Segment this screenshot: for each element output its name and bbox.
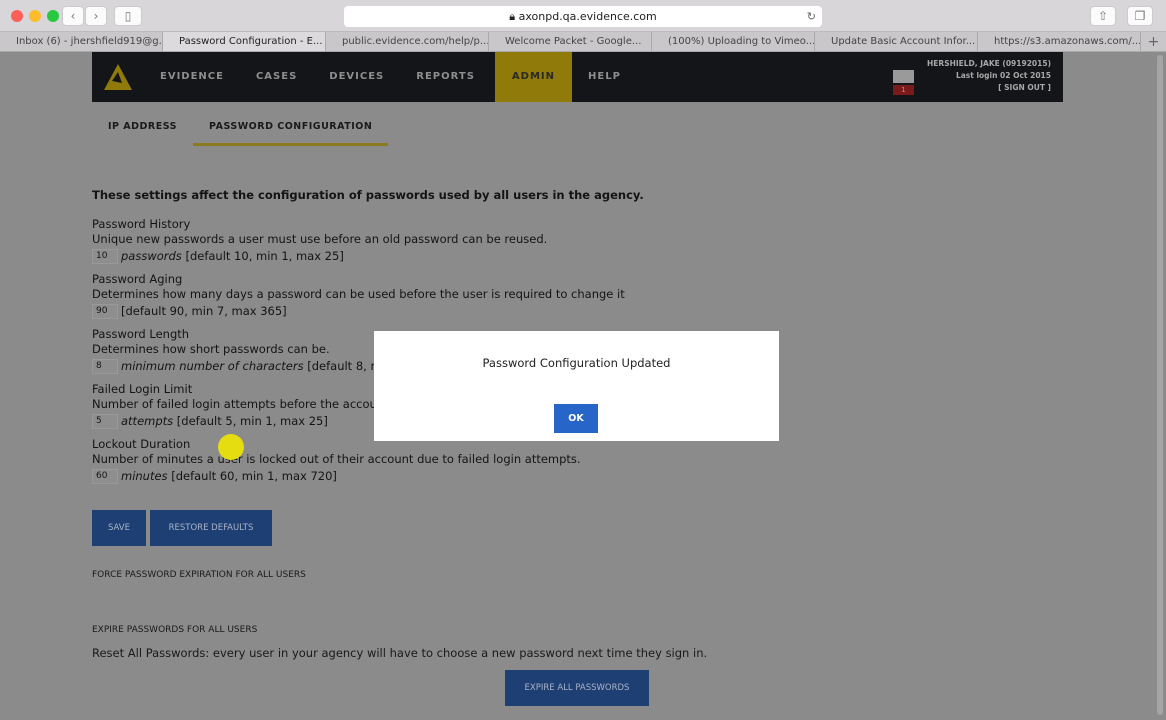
setting-unit: minutes [121,469,168,483]
tabs-overview-icon[interactable]: ❐ [1127,6,1153,26]
password-history-input[interactable]: 10 [92,249,118,264]
url-text: axonpd.qa.evidence.com [518,10,657,23]
setting-hint: [default 60, min 1, max 720] [167,469,337,483]
browser-tab-active[interactable]: Password Configuration - E... [163,32,326,51]
scrollbar[interactable] [1157,55,1163,715]
reload-icon[interactable]: ↻ [807,6,816,27]
lockout-duration-input[interactable]: 60 [92,469,118,484]
setting-unit: passwords [121,249,182,263]
zoom-window-button[interactable] [47,10,59,22]
setting-password-aging: Password Aging Determines how many days … [92,272,792,319]
setting-hint: [default 10, min 1, max 25] [181,249,344,263]
sidebar-icon[interactable]: ▯ [114,6,142,26]
ok-button[interactable]: OK [554,404,598,433]
minimize-window-button[interactable] [29,10,41,22]
main-nav: EVIDENCE CASES DEVICES REPORTS ADMIN HEL… [92,52,1063,102]
mail-count-badge: 1 [893,85,914,95]
browser-tab[interactable]: Update Basic Account Infor... [815,32,978,51]
expire-description: Reset All Passwords: every user in your … [92,646,708,660]
user-name: HERSHIELD, JAKE (09192015) [927,59,1051,68]
admin-subtabs: IP ADDRESS PASSWORD CONFIGURATION [92,112,389,146]
failed-login-limit-input[interactable]: 5 [92,414,118,429]
nav-cases[interactable]: CASES [240,52,313,102]
nav-devices[interactable]: DEVICES [313,52,400,102]
expire-passwords-heading: EXPIRE PASSWORDS FOR ALL USERS [92,625,258,635]
nav-reports[interactable]: REPORTS [400,52,491,102]
dialog-title: Password Configuration Updated [482,356,671,370]
nav-help[interactable]: HELP [572,52,637,102]
forward-icon[interactable]: › [85,6,107,26]
setting-unit: minimum number of characters [121,359,304,373]
setting-title: Password History [92,217,191,231]
browser-tab[interactable]: public.evidence.com/help/p... [326,32,489,51]
setting-desc: Number of minutes a user is locked out o… [92,452,581,466]
password-aging-input[interactable]: 90 [92,304,118,319]
lock-icon: 🔒︎ [509,10,519,23]
tab-ip-address[interactable]: IP ADDRESS [92,112,193,146]
browser-toolbar: ‹ › ▯ 🔒︎ axonpd.qa.evidence.com ↻ ⇧ ❐ [0,0,1166,32]
browser-tab[interactable]: (100%) Uploading to Vimeo... [652,32,815,51]
confirmation-dialog: Password Configuration Updated OK [374,331,779,441]
close-window-button[interactable] [11,10,23,22]
back-icon[interactable]: ‹ [62,6,84,26]
setting-lockout-duration: Lockout Duration Number of minutes a use… [92,437,792,484]
browser-tab[interactable]: Welcome Packet - Google... [489,32,652,51]
browser-tab[interactable]: https://s3.amazonaws.com/... [978,32,1141,51]
address-bar[interactable]: 🔒︎ axonpd.qa.evidence.com ↻ [344,6,822,27]
restore-defaults-button[interactable]: RESTORE DEFAULTS [150,510,272,546]
cursor-highlight [218,434,244,460]
tab-password-configuration[interactable]: PASSWORD CONFIGURATION [193,112,389,146]
nav-evidence[interactable]: EVIDENCE [144,52,240,102]
axon-logo-icon[interactable] [92,52,144,102]
setting-unit: attempts [121,414,174,428]
user-info: HERSHIELD, JAKE (09192015) Last login 02… [927,58,1051,94]
setting-hint: [default 90, min 7, max 365] [121,304,287,318]
setting-hint: [default 5, min 1, max 25] [173,414,328,428]
expire-all-passwords-button[interactable]: EXPIRE ALL PASSWORDS [505,670,649,706]
new-tab-button[interactable]: + [1141,32,1166,51]
nav-admin[interactable]: ADMIN [494,52,572,102]
password-length-input[interactable]: 8 [92,359,118,374]
save-button[interactable]: SAVE [92,510,146,546]
mail-icon[interactable]: 1 [893,70,914,96]
browser-tabs: Inbox (6) - jhershfield919@g... Password… [0,32,1166,52]
last-login: Last login 02 Oct 2015 [955,71,1051,80]
force-expiration-heading: FORCE PASSWORD EXPIRATION FOR ALL USERS [92,570,306,580]
setting-title: Password Aging [92,272,183,286]
setting-desc: Unique new passwords a user must use bef… [92,232,548,246]
browser-tab[interactable]: Inbox (6) - jhershfield919@g... [0,32,163,51]
share-icon[interactable]: ⇧ [1090,6,1116,26]
setting-desc: Determines how many days a password can … [92,287,625,301]
intro-text: These settings affect the configuration … [92,188,644,202]
setting-password-history: Password History Unique new passwords a … [92,217,792,264]
sign-out-link[interactable]: [ SIGN OUT ] [927,82,1051,94]
